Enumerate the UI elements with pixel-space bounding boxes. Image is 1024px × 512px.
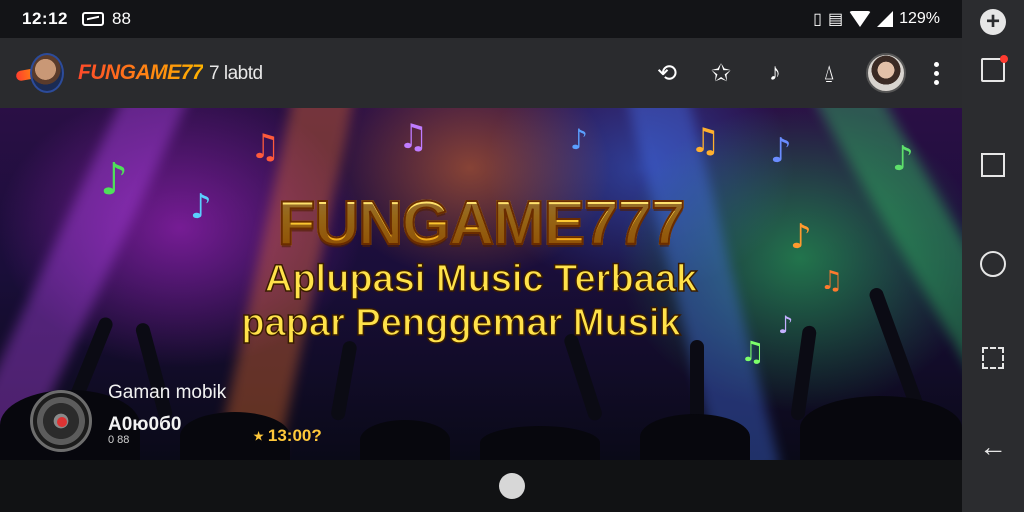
game-developer-sub: 0 88 [108,434,130,446]
banner-title: FUNGAME777 [0,188,962,259]
back-icon[interactable]: ← [978,431,1008,462]
music-note-icon: ♫ [250,127,281,167]
hero-banner[interactable]: ♫ ♫ ♪ ♫ ♪ ♪ ♪ ♪ ♪ ♫ ♫ ♪ FUNGAME777 Aplup… [0,108,962,460]
edit-icon[interactable] [981,55,1008,82]
game-stat: ⭑ 13:00? [254,426,322,445]
banner-subtitle-2: papar Penggemar Musik [241,301,682,345]
game-name: Gaman mobik [108,382,227,403]
notification-icon [81,12,104,26]
wifi-icon [849,11,872,27]
status-notif-count: 88 [111,9,131,28]
star-icon[interactable]: ✩ [704,56,738,90]
add-icon[interactable]: + [980,8,1006,35]
app-logo[interactable] [15,51,64,95]
app-bar-actions: ⟲ ✩ ♪ ⍙ [650,53,946,93]
status-time: 12:12 [22,9,68,28]
crowd-arm [562,332,604,423]
music-note-icon: ♪ [570,123,588,156]
share-icon[interactable]: ⟲ [650,56,684,90]
nfc-icon: ▤ [827,11,844,28]
crowd-head [480,426,600,460]
crowd-head [640,414,750,460]
music-note-icon: ♫ [690,121,721,161]
navigation-rail: + ← [962,0,1024,512]
home-circle-icon[interactable] [980,251,1006,277]
app-brand: FUNGAME77 7 labtd [78,61,263,85]
overflow-menu-icon[interactable] [926,61,946,85]
signal-icon [877,11,894,27]
brand-name: FUNGAME77 [78,61,204,84]
crowd-head [800,396,962,460]
crowd-head [360,420,450,460]
status-right-group: ▯ ▤ 129% [813,9,940,29]
music-note-icon: ♪ [770,131,792,171]
avatar[interactable] [866,53,906,93]
brand-suffix: 7 labtd [209,63,263,84]
crowd-arm [330,339,358,422]
game-app-icon[interactable] [30,390,92,452]
rotate-icon[interactable] [982,347,1004,369]
status-bar: 12:12 88 ▯ ▤ 129% [0,0,962,38]
music-note-icon: ♪ [892,139,914,179]
status-notifications: 88 [81,9,131,29]
recents-square-icon[interactable] [981,153,1005,177]
home-indicator[interactable] [499,473,525,499]
banner-subtitle-1: Aplupasi Music Terbaak [264,257,698,301]
crowd-arm [690,340,704,420]
battery-percent: 129% [899,10,940,27]
logo-avatar-icon [30,53,64,93]
vibrate-icon: ▯ [813,11,822,28]
music-note-icon: ♫ [398,117,429,157]
bottom-bar [0,460,962,512]
app-bar: FUNGAME77 7 labtd ⟲ ✩ ♪ ⍙ [0,38,962,108]
music-note-icon[interactable]: ♪ [758,56,792,90]
notification-icon[interactable]: ⍙ [812,56,846,90]
game-developer: A0ю0б0 [108,414,182,435]
